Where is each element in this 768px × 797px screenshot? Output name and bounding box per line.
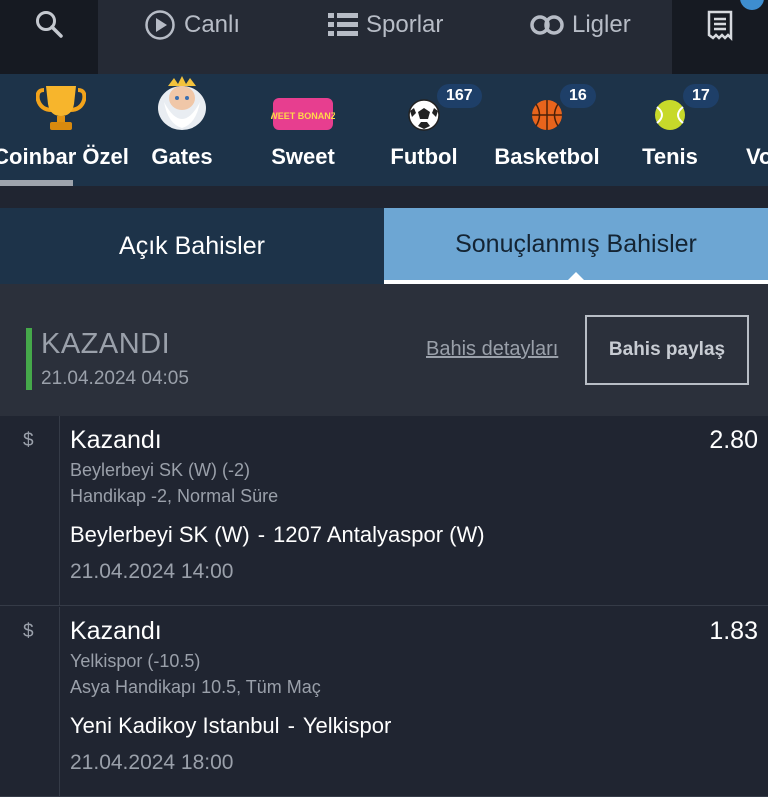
category-label: Gates [151,144,213,169]
status-indicator [26,328,32,390]
nav-sports[interactable]: Sporlar [328,0,443,50]
category-count-badge: 167 [437,84,482,108]
category-label: Tenis [642,144,698,169]
bet-gutter: $ [0,416,60,605]
home-team: Beylerbeyi SK (W) [70,522,250,547]
bet-row[interactable]: $ Kazandı 1.83 Yelkispor (-10.5) Asya Ha… [0,607,768,797]
category-futbol[interactable]: Futbol 167 [359,74,489,186]
bet-datetime: 21.04.2024 04:05 [41,368,189,389]
tab-settled-label: Sonuçlanmış Bahisler [455,229,697,258]
zeus-icon [158,76,206,130]
category-gates[interactable]: Gates [117,74,247,186]
tennis-ball-icon [655,100,685,130]
category-basketbol[interactable]: Basketbol 16 [482,74,612,186]
link-icon [530,15,564,35]
category-label: Futbol [390,144,458,169]
nav-leagues-label: Ligler [572,11,631,38]
soccer-ball-icon [408,99,440,131]
betslip-button[interactable] [672,0,768,74]
bet-status: KAZANDI [41,328,171,360]
category-label: Sweet [271,144,335,169]
category-voleybol[interactable]: Vo [730,74,768,186]
away-team: 1207 Antalyaspor (W) [273,522,485,547]
category-count-badge: 17 [683,84,719,108]
category-count-badge: 16 [560,84,596,108]
betslip-icon [707,10,733,42]
home-team: Yeni Kadikoy Istanbul [70,713,280,738]
match-time: 21.04.2024 14:00 [70,560,234,583]
tab-open-bets[interactable]: Açık Bahisler [0,208,384,284]
nav-live[interactable]: Canlı [144,0,240,50]
category-coinbar-ozel[interactable]: Coinbar Özel [0,74,129,186]
nav-leagues[interactable]: Ligler [530,0,631,50]
nav-sports-label: Sporlar [366,11,444,38]
category-bar: Coinbar Özel Gates SWEET BONANZA Sweet [0,74,768,186]
sweet-bonanza-logo: SWEET BONANZA [271,111,335,121]
category-label: Vo [746,144,768,169]
dollar-icon: $ [23,430,34,451]
basketball-icon [532,100,562,130]
bet-market: Asya Handikapı 10.5, Tüm Maç [70,677,321,697]
bet-details-link[interactable]: Bahis detayları [426,338,558,361]
dollar-icon: $ [23,621,34,642]
bet-teams: Yeni Kadikoy Istanbul - Yelkispor [70,713,391,739]
betslip-badge [740,0,764,10]
bet-selection: Beylerbeyi SK (W) (-2) [70,460,251,480]
category-label: Basketbol [494,144,600,169]
play-circle-icon [145,10,175,40]
search-button[interactable] [0,0,98,74]
category-tenis[interactable]: Tenis 17 [605,74,735,186]
bet-result: Kazandı [70,617,162,645]
bet-market: Handikap -2, Normal Süre [70,486,279,506]
team-separator: - [257,522,266,547]
trophy-icon [36,86,86,130]
bet-selection: Yelkispor (-10.5) [70,651,201,671]
category-sweet[interactable]: SWEET BONANZA Sweet [238,74,368,186]
away-team: Yelkispor [302,713,392,738]
bet-odds: 1.83 [709,617,758,645]
bet-summary: KAZANDI 21.04.2024 04:05 Bahis detayları… [0,284,768,416]
category-active-indicator [0,180,73,186]
list-icon [328,13,358,36]
bet-result: Kazandı [70,426,162,454]
bet-tabs: Açık Bahisler Sonuçlanmış Bahisler [0,208,768,284]
bet-odds: 2.80 [709,426,758,454]
tab-pointer [568,272,584,280]
category-label: Coinbar Özel [0,144,129,169]
tab-settled-bets[interactable]: Sonuçlanmış Bahisler [384,208,768,284]
bet-teams: Beylerbeyi SK (W) -1207 Antalyaspor (W) [70,522,485,548]
match-time: 21.04.2024 18:00 [70,751,234,774]
search-icon [36,11,63,38]
sweet-bonanza-icon: SWEET BONANZA [271,98,335,130]
nav-live-label: Canlı [184,11,241,38]
team-separator: - [287,713,295,738]
share-bet-button[interactable]: Bahis paylaş [585,315,749,385]
bet-row[interactable]: $ Kazandı 2.80 Beylerbeyi SK (W) (-2) Ha… [0,416,768,606]
top-navigation: Canlı Sporlar Ligler [0,0,768,74]
